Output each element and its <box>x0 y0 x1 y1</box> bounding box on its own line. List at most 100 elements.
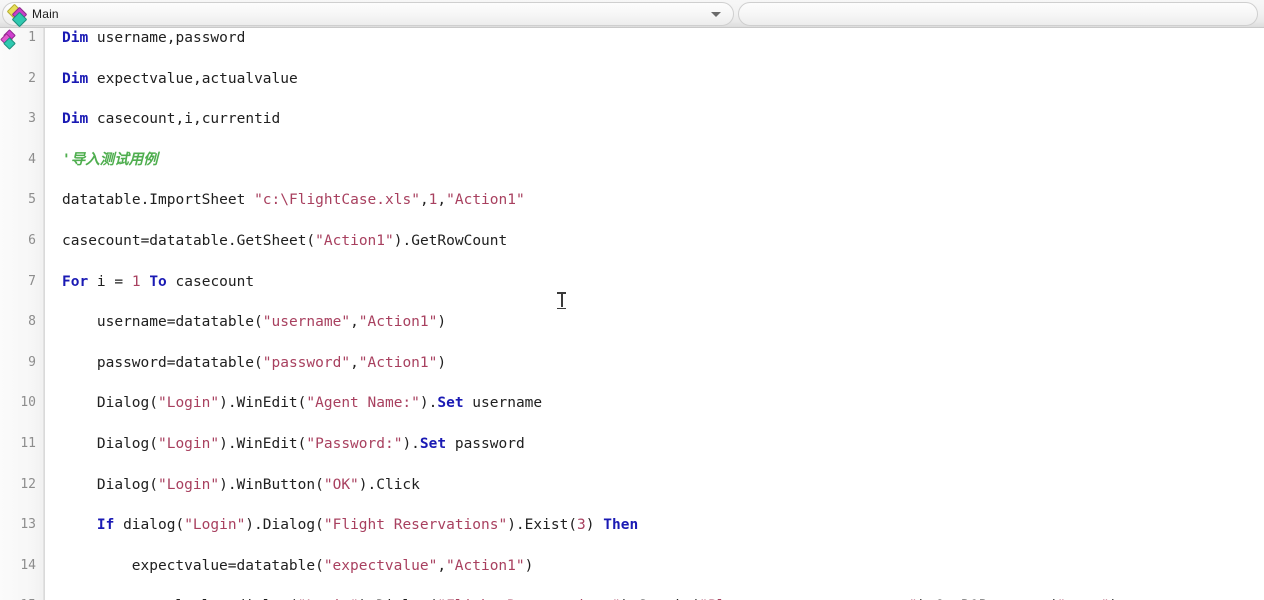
code-token: "Flight Reservations" <box>323 517 508 534</box>
code-line[interactable]: 9 password=datatable("password","Action1"… <box>0 353 1264 373</box>
code-line[interactable]: 3 Dim casecount,i,currentid <box>0 109 1264 129</box>
code-token: Dim <box>62 111 89 128</box>
code-text[interactable]: Dim casecount,i,currentid <box>62 109 280 129</box>
code-text[interactable]: For i = 1 To casecount <box>62 272 254 292</box>
code-text[interactable]: Dialog("Login").WinButton("OK").Click <box>97 475 420 495</box>
code-text[interactable]: If dialog("Login").Dialog("Flight Reserv… <box>97 515 638 535</box>
code-token: dialog( <box>114 517 185 534</box>
code-line[interactable]: 6 casecount=datatable.GetSheet("Action1")… <box>0 231 1264 251</box>
code-token: ) <box>585 517 604 534</box>
code-text[interactable]: datatable.ImportSheet "c:\FlightCase.xls… <box>62 190 525 210</box>
code-token: password <box>446 435 525 452</box>
code-token: username=datatable( <box>96 314 263 331</box>
action-diamond-icon <box>6 3 28 27</box>
code-token: 3 <box>577 517 586 534</box>
code-token: casecount <box>166 273 255 290</box>
code-line[interactable]: 2 Dim expectvalue,actualvalue <box>0 69 1264 89</box>
line-number: 15 <box>0 596 36 600</box>
code-token: "Action1" <box>446 557 525 574</box>
code-token: datatable.ImportSheet <box>62 192 255 209</box>
code-line[interactable]: 4 '导入测试用例 <box>0 150 1264 170</box>
code-token: Dim <box>62 70 89 87</box>
line-number: 3 <box>28 111 36 127</box>
code-token: "Action1" <box>358 314 438 331</box>
code-token: For <box>62 273 89 290</box>
code-token: casecount,i,currentid <box>88 111 281 128</box>
code-editor[interactable]: 1 Dim username,password 2 Dim expectvalue,a… <box>0 28 1264 600</box>
code-text[interactable]: casecount=datatable.GetSheet("Action1").… <box>62 231 507 251</box>
code-line[interactable]: 15 actualvalue=dialog("Login").Dialog("Fl… <box>0 596 1264 600</box>
line-number: 12 <box>20 476 36 492</box>
line-number: 14 <box>20 557 36 573</box>
code-token: To <box>149 273 167 290</box>
line-number: 13 <box>20 517 36 533</box>
chevron-down-icon[interactable] <box>711 11 721 17</box>
code-token: "Login" <box>157 435 220 452</box>
code-token: ) <box>524 557 534 574</box>
code-token: If <box>96 517 115 534</box>
code-line[interactable]: 14 expectvalue=datatable("expectvalue","A… <box>0 556 1264 576</box>
code-token: , <box>350 314 359 331</box>
code-token: ). <box>402 435 420 452</box>
code-token: 1 <box>131 273 141 290</box>
code-token: ) <box>437 354 447 371</box>
code-token: "Action1" <box>446 192 525 209</box>
code-line[interactable]: 1 Dim username,password <box>0 28 1264 48</box>
code-token: Dialog( <box>96 435 158 452</box>
code-token: ). <box>419 395 438 412</box>
code-line[interactable]: 10 Dialog("Login").WinEdit("Agent Name:")… <box>0 393 1264 413</box>
code-text[interactable]: Dialog("Login").WinEdit("Password:").Set… <box>97 434 525 454</box>
code-token: "Login" <box>157 395 220 412</box>
code-token: ).GetRowCount <box>393 232 508 249</box>
code-token: , <box>350 354 359 371</box>
action-selector-label: Main <box>32 6 59 21</box>
code-text[interactable]: actualvalue=dialog("Login").Dialog("Flig… <box>132 596 1119 600</box>
code-text[interactable]: password=datatable("password","Action1") <box>97 353 446 373</box>
code-token: expectvalue=datatable( <box>131 557 324 574</box>
code-text[interactable]: Dim username,password <box>62 28 245 48</box>
code-token: casecount=datatable.GetSheet( <box>62 232 316 249</box>
line-number: 7 <box>28 273 36 289</box>
code-line[interactable]: 5 datatable.ImportSheet "c:\FlightCase.xl… <box>0 190 1264 210</box>
code-token: ).WinEdit( <box>219 395 307 412</box>
code-token: ).WinButton( <box>219 476 324 493</box>
text-ibeam-cursor <box>557 292 566 309</box>
code-text[interactable]: Dim expectvalue,actualvalue <box>62 69 298 89</box>
code-line[interactable]: 13 If dialog("Login").Dialog("Flight Rese… <box>0 515 1264 535</box>
code-token: "Action1" <box>315 232 394 249</box>
code-token: "Login" <box>184 517 246 534</box>
secondary-combobox[interactable] <box>738 1 1258 26</box>
code-token: Then <box>603 517 639 534</box>
code-token: Dialog( <box>96 476 158 493</box>
code-token: "c:\FlightCase.xls" <box>254 192 420 209</box>
code-line[interactable]: 7 For i = 1 To casecount <box>0 272 1264 292</box>
editor-toolbar: Main <box>0 0 1264 28</box>
line-number: 2 <box>28 70 36 86</box>
code-line[interactable]: 12 Dialog("Login").WinButton("OK").Click <box>0 475 1264 495</box>
code-token: , <box>437 192 447 209</box>
line-number: 10 <box>20 395 36 411</box>
action-selector-combobox[interactable]: Main <box>2 1 734 27</box>
code-token: password=datatable( <box>96 354 263 371</box>
code-text[interactable]: '导入测试用例 <box>62 150 158 170</box>
code-token: Dialog( <box>96 395 158 412</box>
code-token: Set <box>437 395 464 412</box>
code-token: "password" <box>262 354 351 371</box>
line-number: 8 <box>28 314 36 330</box>
code-token: username <box>463 395 543 412</box>
code-line[interactable]: 11 Dialog("Login").WinEdit("Password:").S… <box>0 434 1264 454</box>
code-line[interactable]: 8 username=datatable("username","Action1"… <box>0 312 1264 332</box>
code-token: i = <box>88 273 132 290</box>
code-token: ).Exist( <box>507 517 578 534</box>
code-token: ) <box>437 314 447 331</box>
code-token: Dim <box>62 30 89 46</box>
code-token: "OK" <box>323 476 359 493</box>
code-lines[interactable]: 1 Dim username,password 2 Dim expectvalue,a… <box>0 28 1264 600</box>
code-text[interactable]: expectvalue=datatable("expectvalue","Act… <box>132 556 534 576</box>
code-text[interactable]: Dialog("Login").WinEdit("Agent Name:").S… <box>97 393 542 413</box>
code-token: , <box>437 557 447 574</box>
code-token: username,password <box>88 30 246 46</box>
code-token: Set <box>419 435 447 452</box>
line-number: 4 <box>28 151 36 167</box>
code-text[interactable]: username=datatable("username","Action1") <box>97 312 446 332</box>
